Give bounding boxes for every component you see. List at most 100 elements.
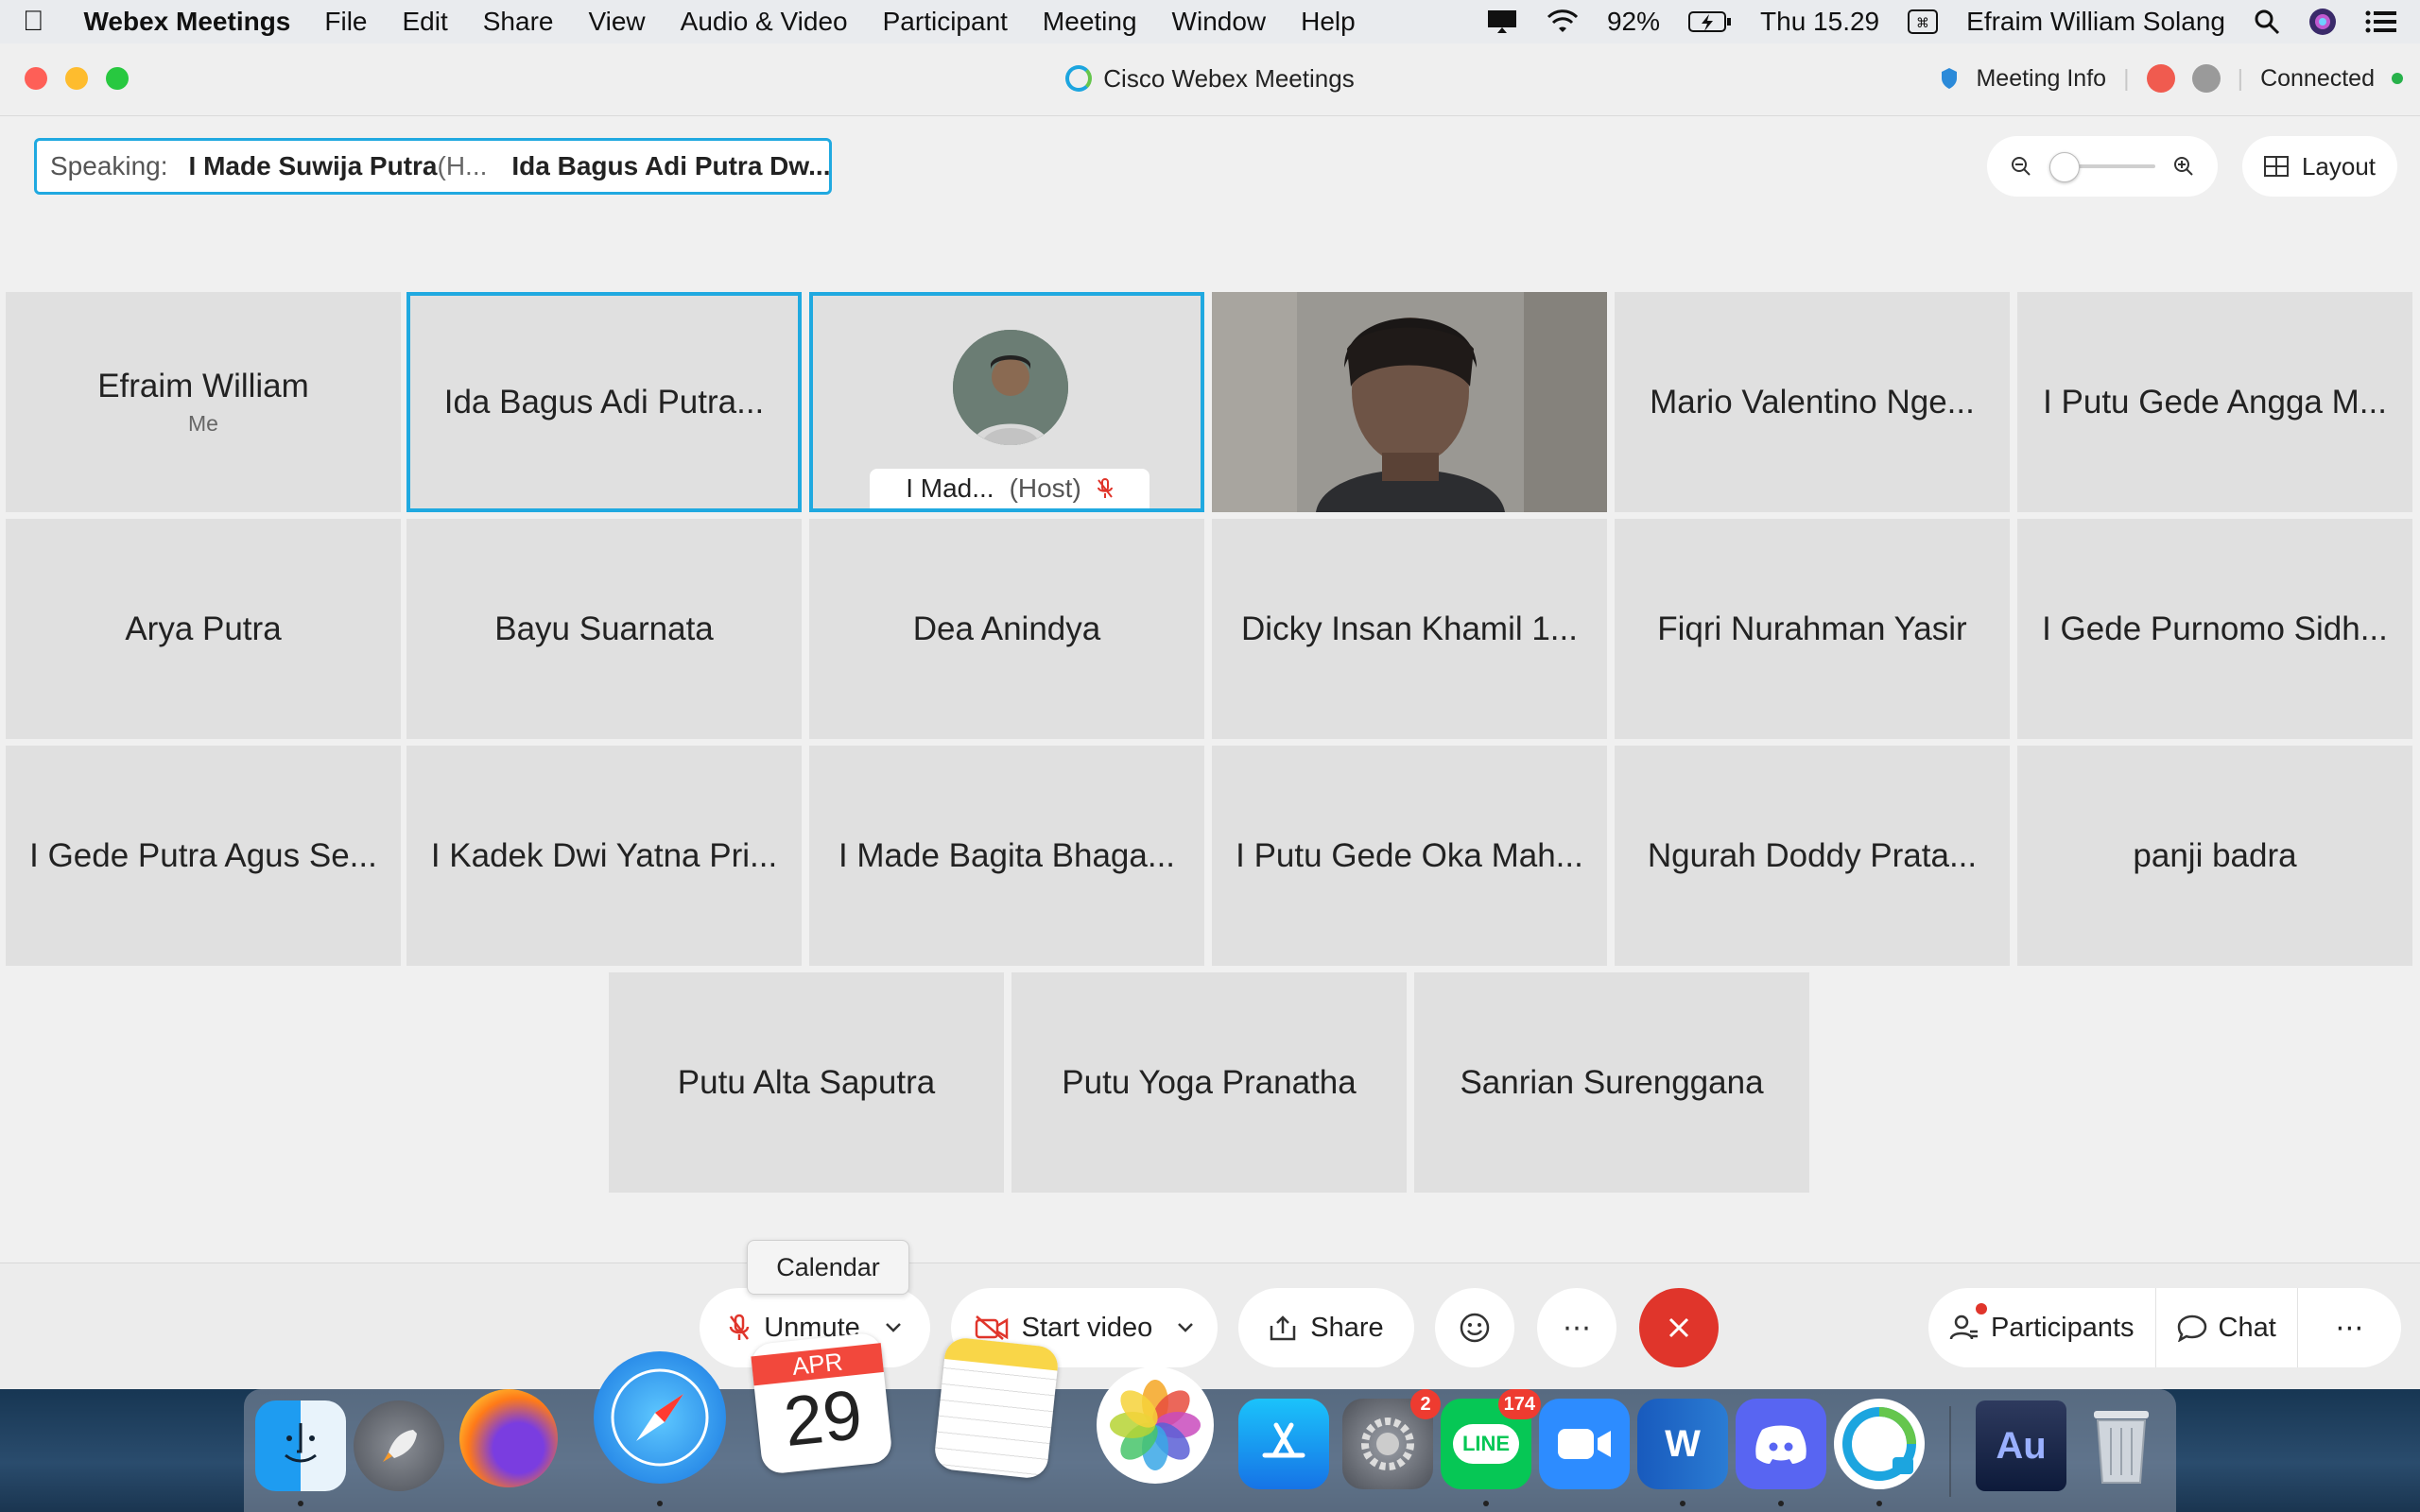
app-store-icon[interactable] xyxy=(1238,1399,1329,1489)
notes-app-icon[interactable] xyxy=(933,1336,1060,1480)
participant-name: Dicky Insan Khamil 1... xyxy=(1241,610,1578,647)
photos-app-icon[interactable] xyxy=(1097,1366,1214,1484)
firefox-icon[interactable] xyxy=(459,1389,558,1487)
participant-name: Putu Alta Saputra xyxy=(677,1063,936,1101)
participant-name: Dea Anindya xyxy=(912,610,1101,647)
share-icon xyxy=(1269,1314,1297,1341)
menu-share[interactable]: Share xyxy=(483,7,554,37)
menu-help[interactable]: Help xyxy=(1301,7,1356,37)
participant-tile[interactable]: Putu Alta Saputra xyxy=(609,972,1004,1193)
zoom-app-icon[interactable] xyxy=(1539,1399,1630,1489)
participant-tile[interactable]: I Gede Putra Agus Se... xyxy=(6,746,401,966)
participant-tile[interactable]: Fiqri Nurahman Yasir xyxy=(1615,519,2010,739)
participant-tile[interactable]: I Putu Gede Angga M... xyxy=(2017,292,2412,512)
finder-icon[interactable] xyxy=(255,1400,346,1491)
participant-name: I Made Bagita Bhaga... xyxy=(838,836,1176,874)
zoom-in-icon[interactable] xyxy=(2172,155,2195,178)
more-options-icon: ⋯ xyxy=(2335,1312,2364,1344)
menu-file[interactable]: File xyxy=(324,7,367,37)
battery-icon[interactable] xyxy=(1688,10,1732,33)
menu-view[interactable]: View xyxy=(588,7,645,37)
menu-meeting[interactable]: Meeting xyxy=(1043,7,1137,37)
participant-name: Ida Bagus Adi Putra... xyxy=(443,383,765,421)
calendar-app-icon[interactable]: APR 29 xyxy=(750,1332,893,1475)
participant-tile[interactable]: I Gede Purnomo Sidh... xyxy=(2017,519,2412,739)
webex-app-icon[interactable] xyxy=(1834,1399,1925,1489)
participant-tile[interactable]: Dicky Insan Khamil 1... xyxy=(1212,519,1607,739)
running-indicator xyxy=(298,1501,303,1506)
participant-video-tile[interactable] xyxy=(1212,292,1607,512)
speaking-indicator[interactable]: Speaking: I Made Suwija Putra (H... Ida … xyxy=(34,138,832,195)
trash-icon[interactable] xyxy=(2076,1399,2167,1489)
chevron-down-icon[interactable] xyxy=(885,1322,902,1333)
title-bar: Cisco Webex Meetings Meeting Info | | Co… xyxy=(0,43,2420,116)
participant-tile[interactable]: I Made Bagita Bhaga... xyxy=(809,746,1204,966)
siri-icon[interactable] xyxy=(2308,8,2337,36)
participant-name: I Mad... xyxy=(906,473,994,503)
apple-menu-icon[interactable]:  xyxy=(23,6,44,38)
right-controls-group: Participants Chat ⋯ xyxy=(1928,1288,2401,1367)
leave-meeting-button[interactable] xyxy=(1639,1288,1719,1367)
menu-window[interactable]: Window xyxy=(1172,7,1267,37)
participant-tile[interactable]: Ida Bagus Adi Putra... xyxy=(406,292,802,512)
participant-tile[interactable]: Putu Yoga Pranatha xyxy=(1011,972,1407,1193)
screen-mirror-icon[interactable] xyxy=(1486,9,1518,35)
meeting-info-button[interactable]: Meeting Info xyxy=(1976,65,2106,93)
system-preferences-icon[interactable]: 2 xyxy=(1342,1389,1441,1489)
keyboard-icon[interactable]: ⌘ xyxy=(1908,9,1939,34)
participant-name: I Gede Purnomo Sidh... xyxy=(2042,610,2388,647)
close-icon xyxy=(1667,1315,1691,1340)
zoom-slider-knob[interactable] xyxy=(2049,152,2080,182)
reactions-button[interactable] xyxy=(1435,1288,1514,1367)
svg-text:⌘: ⌘ xyxy=(1916,15,1929,30)
notification-dot xyxy=(1976,1303,1987,1314)
safari-icon[interactable] xyxy=(594,1351,726,1484)
host-name-label: I Mad... (Host) xyxy=(870,469,1150,508)
participant-name: Arya Putra xyxy=(125,610,282,647)
share-button[interactable]: Share xyxy=(1238,1288,1414,1367)
control-center-icon[interactable] xyxy=(2365,10,2397,33)
participant-tile[interactable]: panji badra xyxy=(2017,746,2412,966)
layout-button[interactable]: Layout xyxy=(2242,136,2397,197)
participant-tile[interactable]: I Putu Gede Oka Mah... xyxy=(1212,746,1607,966)
participant-tile[interactable]: Ngurah Doddy Prata... xyxy=(1615,746,2010,966)
zoom-slider[interactable] xyxy=(2049,152,2155,182)
menu-edit[interactable]: Edit xyxy=(403,7,448,37)
more-options-button[interactable]: ⋯ xyxy=(1537,1288,1616,1367)
webex-window: Cisco Webex Meetings Meeting Info | | Co… xyxy=(0,43,2420,1389)
recording-icon[interactable] xyxy=(2146,64,2175,93)
more-panel-options-button[interactable]: ⋯ xyxy=(2298,1288,2401,1367)
menu-clock[interactable]: Thu 15.29 xyxy=(1760,7,1879,37)
lock-icon[interactable] xyxy=(2191,64,2221,93)
adobe-audition-folder-icon[interactable]: Au xyxy=(1976,1400,2066,1491)
participant-tile[interactable]: I Kadek Dwi Yatna Pri... xyxy=(406,746,802,966)
participant-tile[interactable]: Sanrian Surenggana xyxy=(1414,972,1809,1193)
participant-name: Sanrian Surenggana xyxy=(1460,1063,1764,1101)
participant-tile[interactable]: Arya Putra xyxy=(6,519,401,739)
menu-user-name[interactable]: Efraim William Solang xyxy=(1966,7,2225,37)
chevron-down-icon[interactable] xyxy=(1177,1322,1194,1333)
running-indicator xyxy=(657,1501,663,1506)
menu-audio-video[interactable]: Audio & Video xyxy=(681,7,848,37)
discord-app-icon[interactable] xyxy=(1736,1399,1826,1489)
more-options-icon: ⋯ xyxy=(1563,1312,1591,1344)
participant-tile[interactable]: Dea Anindya xyxy=(809,519,1204,739)
chat-button[interactable]: Chat xyxy=(2156,1288,2298,1367)
line-app-icon[interactable]: LINE 174 xyxy=(1441,1389,1541,1489)
menu-participant[interactable]: Participant xyxy=(883,7,1008,37)
chat-bubble-icon xyxy=(2177,1314,2207,1342)
participant-tile[interactable]: Bayu Suarnata xyxy=(406,519,802,739)
microsoft-word-icon[interactable]: W xyxy=(1637,1399,1728,1489)
spotlight-search-icon[interactable] xyxy=(2254,9,2280,35)
participant-tile[interactable]: Mario Valentino Nge... xyxy=(1615,292,2010,512)
calendar-day: 29 xyxy=(780,1374,866,1461)
host-participant-tile[interactable]: I Mad... (Host) xyxy=(809,292,1204,512)
menu-app-name[interactable]: Webex Meetings xyxy=(84,7,291,37)
participants-button[interactable]: Participants xyxy=(1928,1288,2156,1367)
wifi-icon[interactable] xyxy=(1547,9,1579,34)
zoom-out-icon[interactable] xyxy=(2010,155,2032,178)
participant-tile[interactable]: Efraim William Me xyxy=(6,292,401,512)
participant-name: panji badra xyxy=(2133,836,2297,874)
me-label: Me xyxy=(188,411,218,436)
launchpad-icon[interactable] xyxy=(354,1400,444,1491)
